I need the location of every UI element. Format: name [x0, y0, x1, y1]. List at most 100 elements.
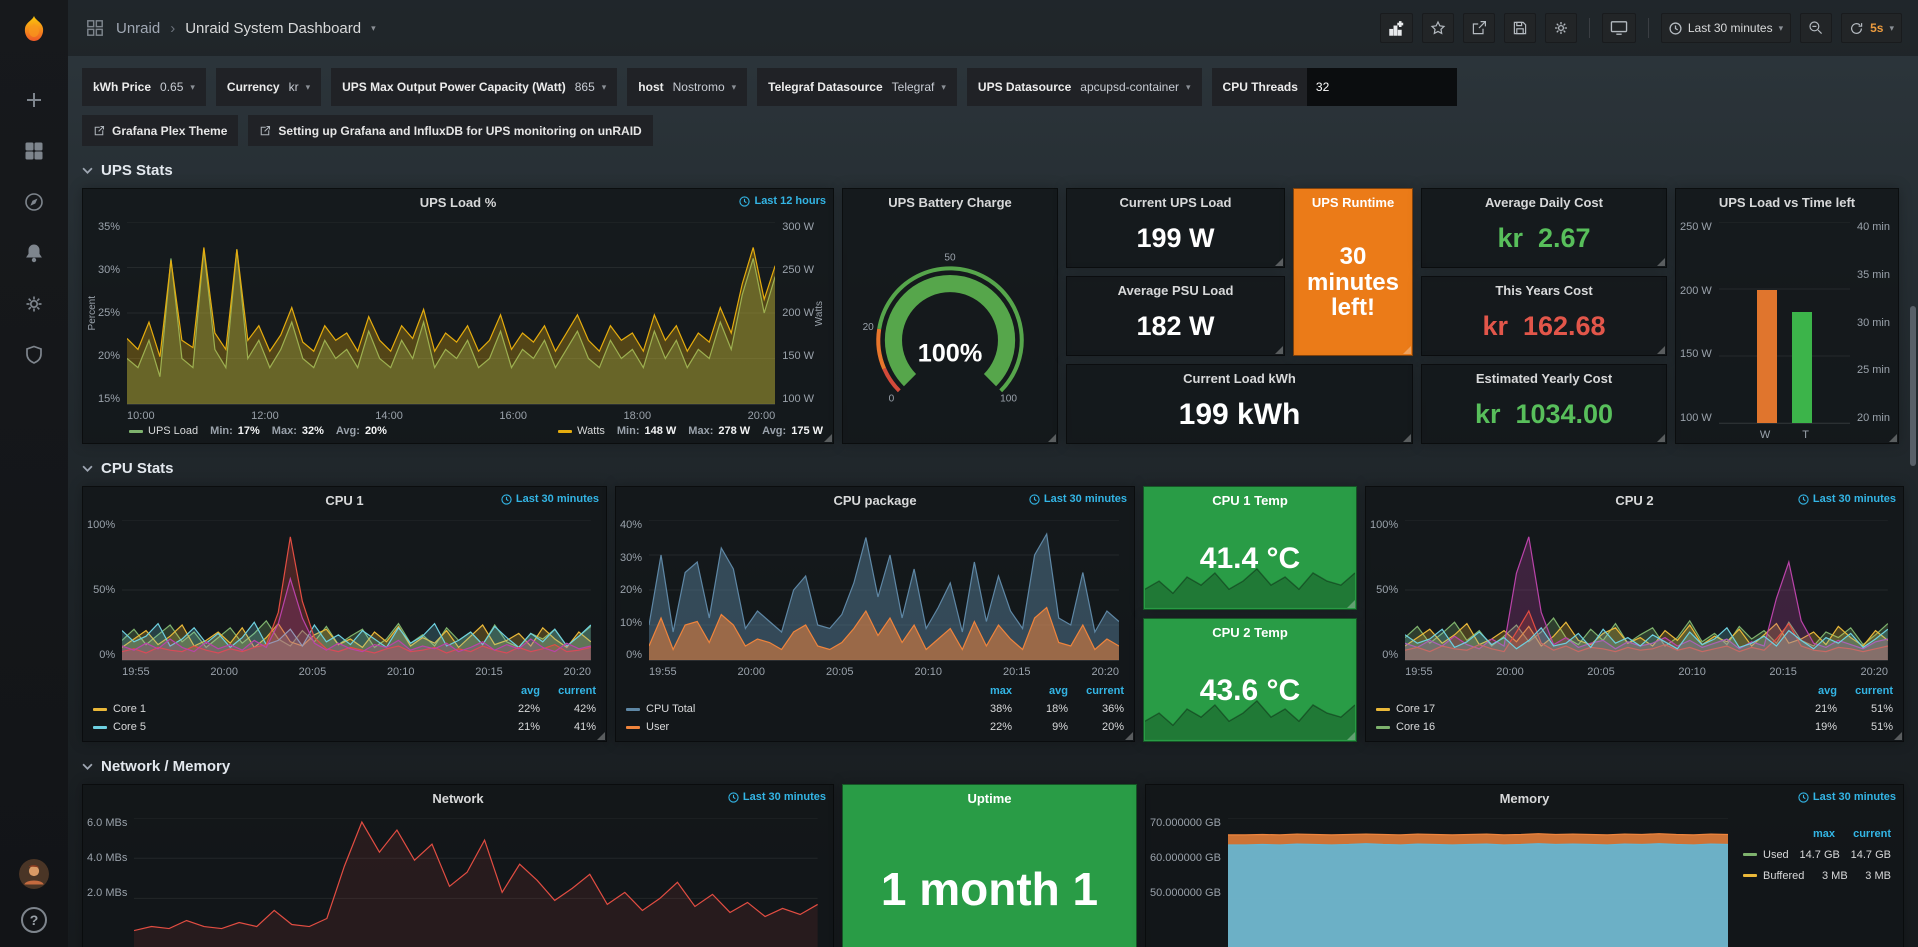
- time-range-override[interactable]: Last 30 minutes: [1798, 791, 1896, 803]
- legend-row[interactable]: Core 122%42%: [93, 700, 596, 718]
- cpu-package-legend[interactable]: maxavgcurrentCPU Total38%18%36%User22%9%…: [616, 680, 1134, 741]
- breadcrumb: Unraid › Unraid System Dashboard ▾: [84, 16, 376, 40]
- memory-chart: 70.000000 GB60.000000 GB50.000000 GB: [1146, 811, 1743, 947]
- alerting-bell-icon[interactable]: [20, 241, 48, 265]
- legend-row[interactable]: Buffered3 MB3 MB: [1743, 865, 1891, 886]
- panel-network[interactable]: Network Last 30 minutes 6.0 MBs4.0 MBs2.…: [82, 784, 834, 947]
- panel-header[interactable]: UPS Battery Charge: [843, 189, 1057, 215]
- dashboard-title[interactable]: Unraid System Dashboard: [185, 20, 361, 37]
- x-axis-labels: 19:5520:0020:0520:1020:1520:20: [649, 661, 1119, 678]
- time-range-button[interactable]: Last 30 minutes ▾: [1661, 13, 1791, 43]
- section-title: CPU Stats: [101, 460, 174, 477]
- scrollbar-thumb[interactable]: [1910, 306, 1916, 466]
- y-axis-title-right: Watts: [814, 301, 825, 326]
- variable-ups-max-output[interactable]: UPS Max Output Power Capacity (Watt) 865…: [331, 68, 617, 106]
- variable-kwh-price[interactable]: kWh Price 0.65▾: [82, 68, 206, 106]
- time-range-override[interactable]: Last 30 minutes: [1029, 493, 1127, 505]
- panel-current-ups-load[interactable]: Current UPS Load 199 W: [1066, 188, 1285, 268]
- time-range-override[interactable]: Last 30 minutes: [1798, 493, 1896, 505]
- panel-cpu-package[interactable]: CPU package Last 30 minutes 40%30%20%10%…: [615, 486, 1135, 742]
- refresh-button[interactable]: 5s ▾: [1841, 13, 1902, 43]
- title-caret-icon[interactable]: ▾: [371, 23, 376, 34]
- add-panel-button[interactable]: [1380, 13, 1413, 43]
- panel-estimated-yearly-cost[interactable]: Estimated Yearly Cost kr 1034.00: [1421, 364, 1667, 444]
- memory-legend[interactable]: maxcurrentUsed14.7 GB14.7 GBBuffered3 MB…: [1743, 811, 1903, 947]
- variable-host[interactable]: host Nostromo▾: [627, 68, 747, 106]
- svg-text:50: 50: [944, 252, 956, 263]
- legend-item[interactable]: WattsMin:148 WMax:278 WAvg:175 W: [558, 425, 823, 437]
- time-range-override[interactable]: Last 12 hours: [739, 195, 826, 207]
- panel-title: CPU package: [833, 493, 916, 508]
- cpu-threads-input[interactable]: [1307, 68, 1457, 106]
- settings-button[interactable]: [1545, 13, 1577, 43]
- dashboards-icon[interactable]: [20, 139, 48, 163]
- cpu1-legend[interactable]: avgcurrentCore 122%42%Core 521%41%: [83, 680, 606, 741]
- breadcrumb-app[interactable]: Unraid: [116, 20, 160, 37]
- row-cpu-stats: CPU 1 Last 30 minutes 100%50%0%19:5520:0…: [82, 486, 1904, 742]
- configuration-gear-icon[interactable]: [20, 292, 48, 316]
- dashboard-link-plex-theme[interactable]: Grafana Plex Theme: [82, 115, 238, 146]
- time-range-override[interactable]: Last 30 minutes: [501, 493, 599, 505]
- panel-current-load-kwh[interactable]: Current Load kWh 199 kWh: [1066, 364, 1413, 444]
- panel-cpu-1-temp[interactable]: CPU 1 Temp 41.4 °C: [1143, 486, 1357, 610]
- panel-header[interactable]: Network Last 30 minutes: [83, 785, 833, 811]
- panel-ups-runtime[interactable]: UPS Runtime 30 minutes left!: [1293, 188, 1413, 356]
- panel-header[interactable]: UPS Load vs Time left: [1676, 189, 1898, 215]
- ups-load-legend[interactable]: UPS LoadMin:17%Max:32%Avg:20% WattsMin:14…: [83, 424, 833, 443]
- panel-this-years-cost[interactable]: This Years Cost kr 162.68: [1421, 276, 1667, 356]
- admin-shield-icon[interactable]: [20, 343, 48, 367]
- time-range-override[interactable]: Last 30 minutes: [728, 791, 826, 803]
- stat-value: 1 month 1: [843, 862, 1136, 916]
- explore-compass-icon[interactable]: [20, 190, 48, 214]
- variable-currency[interactable]: Currency kr▾: [216, 68, 321, 106]
- variable-ups-datasource[interactable]: UPS Datasource apcupsd-container▾: [967, 68, 1202, 106]
- stat-title: Average Daily Cost: [1422, 189, 1666, 210]
- stat-value: 199 W: [1067, 210, 1284, 267]
- save-button[interactable]: [1504, 13, 1536, 43]
- profile-avatar[interactable]: [19, 859, 49, 889]
- panel-header[interactable]: CPU 1 Last 30 minutes: [83, 487, 606, 513]
- panel-cpu-2[interactable]: CPU 2 Last 30 minutes 100%50%0%19:5520:0…: [1365, 486, 1904, 742]
- grafana-logo[interactable]: [14, 12, 54, 52]
- cycle-view-button[interactable]: [1602, 13, 1636, 43]
- panel-header[interactable]: CPU 2 Last 30 minutes: [1366, 487, 1903, 513]
- create-plus-icon[interactable]: [20, 88, 48, 112]
- star-button[interactable]: [1422, 13, 1454, 43]
- panel-cpu-2-temp[interactable]: CPU 2 Temp 43.6 °C: [1143, 618, 1357, 742]
- section-network-memory[interactable]: Network / Memory: [82, 758, 1904, 775]
- panel-title: CPU 1: [325, 493, 363, 508]
- stat-title: Uptime: [843, 785, 1136, 806]
- legend-item[interactable]: UPS LoadMin:17%Max:32%Avg:20%: [129, 425, 387, 437]
- zoom-out-button[interactable]: [1800, 13, 1832, 43]
- legend-row[interactable]: Core 1721%51%: [1376, 700, 1893, 718]
- section-ups-stats[interactable]: UPS Stats: [82, 162, 1904, 179]
- variable-label: UPS Max Output Power Capacity (Watt): [342, 80, 566, 94]
- variable-telegraf-datasource[interactable]: Telegraf Datasource Telegraf▾: [757, 68, 957, 106]
- help-icon[interactable]: ?: [21, 907, 47, 933]
- dashboard-grid-icon[interactable]: [84, 16, 106, 40]
- legend-row[interactable]: Core 521%41%: [93, 718, 596, 736]
- panel-uptime[interactable]: Uptime 1 month 1: [842, 784, 1137, 947]
- legend-row[interactable]: CPU Total38%18%36%: [626, 700, 1124, 718]
- panel-memory[interactable]: Memory Last 30 minutes 70.000000 GB60.00…: [1145, 784, 1904, 947]
- panel-header[interactable]: UPS Load % Last 12 hours: [83, 189, 833, 215]
- refresh-icon: [1849, 21, 1864, 36]
- legend-row[interactable]: User22%9%20%: [626, 718, 1124, 736]
- svg-text:20: 20: [863, 322, 875, 333]
- panel-header[interactable]: CPU package Last 30 minutes: [616, 487, 1134, 513]
- legend-row[interactable]: Used14.7 GB14.7 GB: [1743, 844, 1891, 865]
- panel-header[interactable]: Memory Last 30 minutes: [1146, 785, 1903, 811]
- share-button[interactable]: [1463, 13, 1495, 43]
- panel-ups-load-vs-time-left[interactable]: UPS Load vs Time left 250 W200 W150 W100…: [1675, 188, 1899, 444]
- scrollbar[interactable]: [1908, 56, 1918, 947]
- panel-cpu-1[interactable]: CPU 1 Last 30 minutes 100%50%0%19:5520:0…: [82, 486, 607, 742]
- panel-average-daily-cost[interactable]: Average Daily Cost kr 2.67: [1421, 188, 1667, 268]
- section-cpu-stats[interactable]: CPU Stats: [82, 460, 1904, 477]
- cpu2-legend[interactable]: avgcurrentCore 1721%51%Core 1619%51%: [1366, 680, 1903, 741]
- panel-ups-battery-charge[interactable]: UPS Battery Charge 02050100100%: [842, 188, 1058, 444]
- plot-area: [122, 520, 591, 661]
- dashboard-link-ups-monitoring-guide[interactable]: Setting up Grafana and InfluxDB for UPS …: [248, 115, 652, 146]
- panel-ups-load[interactable]: UPS Load % Last 12 hours Percent35%30%25…: [82, 188, 834, 444]
- legend-row[interactable]: Core 1619%51%: [1376, 718, 1893, 736]
- panel-average-psu-load[interactable]: Average PSU Load 182 W: [1066, 276, 1285, 356]
